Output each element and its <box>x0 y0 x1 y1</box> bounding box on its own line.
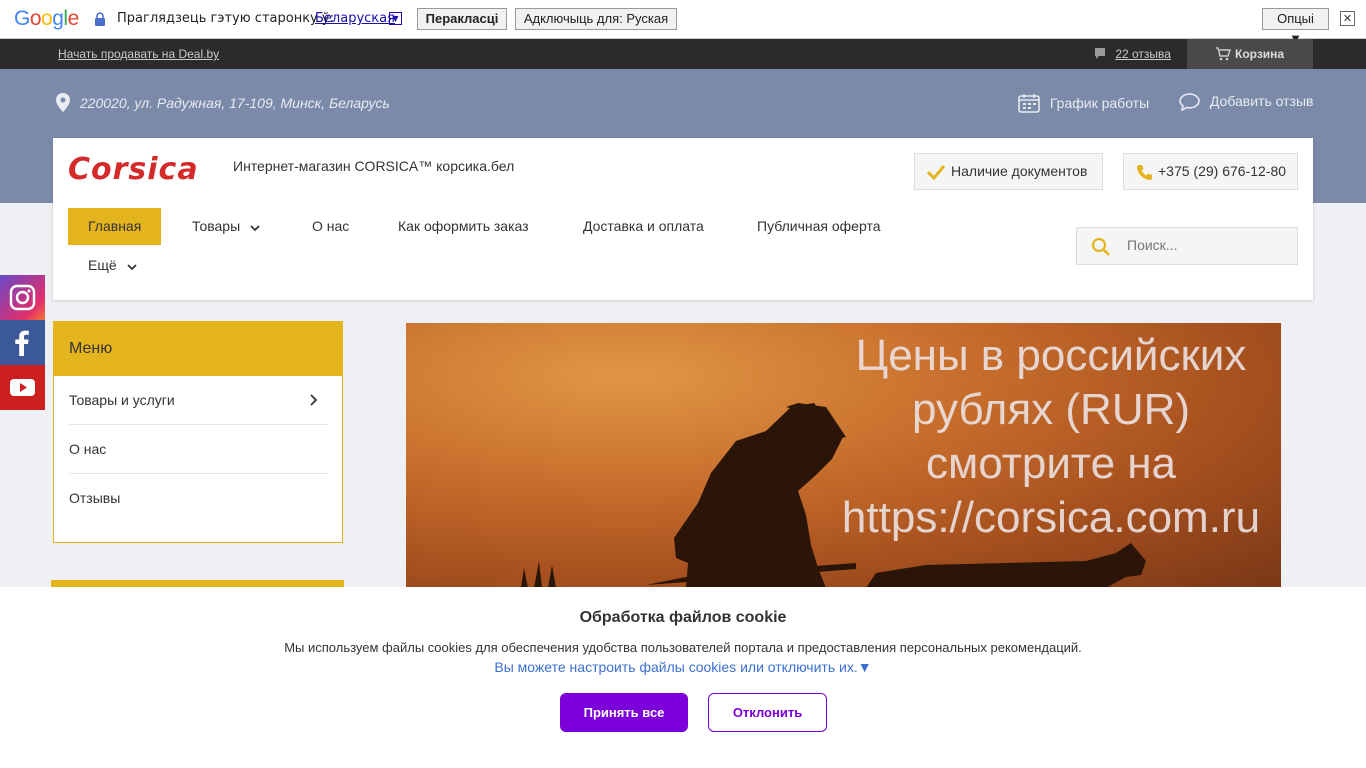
schedule-link[interactable]: График работы <box>1018 93 1149 113</box>
sidebar-menu: Меню Товары и услуги О нас Отзывы <box>53 321 343 543</box>
chevron-right-icon <box>310 394 317 406</box>
lock-icon <box>95 12 105 26</box>
checkmark-icon <box>927 165 945 180</box>
search-input[interactable] <box>1127 237 1287 253</box>
nav-item-home[interactable]: Главная <box>68 208 162 245</box>
banner-line-4: https://corsica.com.ru <box>841 493 1261 542</box>
calendar-icon <box>1018 94 1040 113</box>
chevron-down-icon <box>126 264 137 271</box>
turn-off-translate-button[interactable]: Адключыць для: Руская <box>515 8 677 30</box>
phone-icon <box>1137 165 1152 180</box>
location-pin-icon <box>56 93 70 112</box>
decline-button[interactable]: Отклонить <box>708 693 827 732</box>
nav-item-products[interactable]: Товары <box>192 208 260 245</box>
address: 220020, ул. Радужная, 17-109, Минск, Бел… <box>56 93 390 112</box>
reviews-link[interactable]: 22 отзыва <box>1094 47 1171 61</box>
facebook-link[interactable] <box>0 320 45 365</box>
translate-button[interactable]: Перакласці <box>417 8 507 30</box>
nav-item-delivery[interactable]: Доставка и оплата <box>583 208 704 245</box>
schedule-label: График работы <box>1049 95 1150 111</box>
reviews-count: 22 отзыва <box>1115 47 1171 61</box>
chat-bubble-icon <box>1179 93 1200 112</box>
accept-all-button[interactable]: Принять все <box>560 693 688 732</box>
close-icon[interactable]: ✕ <box>1340 11 1355 26</box>
cookie-title: Обработка файлов cookie <box>579 609 787 626</box>
nav-item-public-offer[interactable]: Публичная оферта <box>757 208 881 245</box>
sidebar-menu-title: Меню <box>54 322 342 376</box>
sidebar-item-products[interactable]: Товары и услуги <box>69 376 327 425</box>
cart-label: Корзина <box>1235 47 1285 61</box>
cart-button[interactable]: Корзина <box>1187 39 1313 69</box>
banner-text: Цены в российских рублях (RUR) смотрите … <box>821 329 1281 545</box>
translate-language-link[interactable]: Беларуская <box>315 11 395 26</box>
banner-line-1: Цены в российских <box>855 331 1247 380</box>
chevron-down-icon <box>250 225 260 232</box>
add-review-link[interactable]: Добавить отзыв <box>1179 93 1314 112</box>
cookie-consent-panel: Обработка файлов cookie Мы используем фа… <box>0 587 1366 768</box>
youtube-icon <box>10 379 35 396</box>
comment-icon <box>1095 48 1105 59</box>
search-icon[interactable] <box>1091 237 1111 257</box>
cart-icon <box>1216 47 1231 61</box>
address-text: 220020, ул. Радужная, 17-109, Минск, Бел… <box>79 95 390 111</box>
banner-line-2: рублях (RUR) <box>911 385 1191 434</box>
promo-banner[interactable]: Цены в российских рублях (RUR) смотрите … <box>406 323 1281 588</box>
corsica-logo[interactable]: Corsica <box>68 152 199 187</box>
nav-item-how-to-order[interactable]: Как оформить заказ <box>398 208 529 245</box>
shop-tagline: Интернет-магазин CORSICA™ корсика.бел <box>233 158 515 174</box>
options-button[interactable]: Опцыі ▼ <box>1262 8 1329 46</box>
instagram-icon <box>9 284 36 311</box>
language-dropdown-icon[interactable]: ▼ <box>389 12 402 25</box>
banner-line-3: смотрите на <box>925 439 1177 488</box>
documents-label: Наличие документов <box>951 163 1088 179</box>
sidebar-item-reviews[interactable]: Отзывы <box>69 474 327 523</box>
sidebar-item-about[interactable]: О нас <box>69 425 327 474</box>
deal-top-bar: Начать продавать на Deal.by 22 отзыва Ко… <box>0 39 1366 69</box>
translate-bar: Google Праглядзець гэтую старонку ў: Бел… <box>0 0 1366 46</box>
nav-item-more[interactable]: Ещё <box>88 247 137 284</box>
phone-button[interactable]: +375 (29) 676-12-80 <box>1123 153 1298 190</box>
start-selling-link[interactable]: Начать продавать на Deal.by <box>58 47 219 61</box>
youtube-link[interactable] <box>0 365 45 410</box>
instagram-link[interactable] <box>0 275 45 320</box>
documents-button[interactable]: Наличие документов <box>914 153 1103 190</box>
cookie-description: Мы используем файлы cookies для обеспече… <box>284 640 1082 655</box>
add-review-label: Добавить отзыв <box>1209 93 1314 109</box>
google-logo: Google <box>14 7 79 30</box>
cookie-settings-link[interactable]: Вы можете настроить файлы cookies или от… <box>0 659 1366 675</box>
nav-item-about[interactable]: О нас <box>312 208 349 245</box>
translate-prompt: Праглядзець гэтую старонку ў: <box>117 11 334 26</box>
phone-number: +375 (29) 676-12-80 <box>1158 163 1287 179</box>
search-box[interactable] <box>1076 227 1298 265</box>
header-card: Corsica Интернет-магазин CORSICA™ корсик… <box>53 138 1313 300</box>
facebook-icon <box>15 330 29 356</box>
